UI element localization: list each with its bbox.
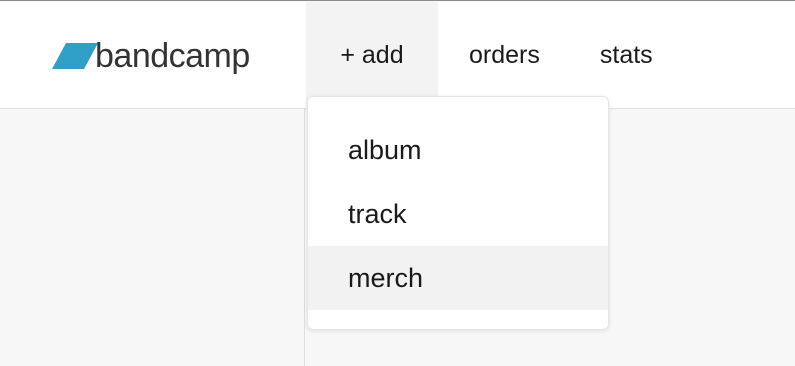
menu-item-merch[interactable]: merch	[308, 246, 608, 310]
main-nav: + add orders stats	[306, 2, 653, 109]
bandcamp-logo-icon	[52, 43, 98, 69]
logo-wordmark: bandcamp	[95, 37, 250, 75]
nav-add-menu[interactable]: + add	[306, 2, 438, 109]
nav-stats-link[interactable]: stats	[600, 2, 653, 109]
bandcamp-logo[interactable]: bandcamp	[52, 36, 250, 76]
page: bandcamp + add orders stats album track …	[0, 0, 795, 366]
nav-orders-link[interactable]: orders	[469, 2, 540, 109]
menu-item-track[interactable]: track	[308, 182, 608, 246]
menu-item-album[interactable]: album	[308, 118, 608, 182]
content-divider	[304, 109, 305, 366]
top-navigation-bar: bandcamp + add orders stats	[0, 2, 795, 109]
add-dropdown-menu: album track merch	[307, 96, 609, 330]
